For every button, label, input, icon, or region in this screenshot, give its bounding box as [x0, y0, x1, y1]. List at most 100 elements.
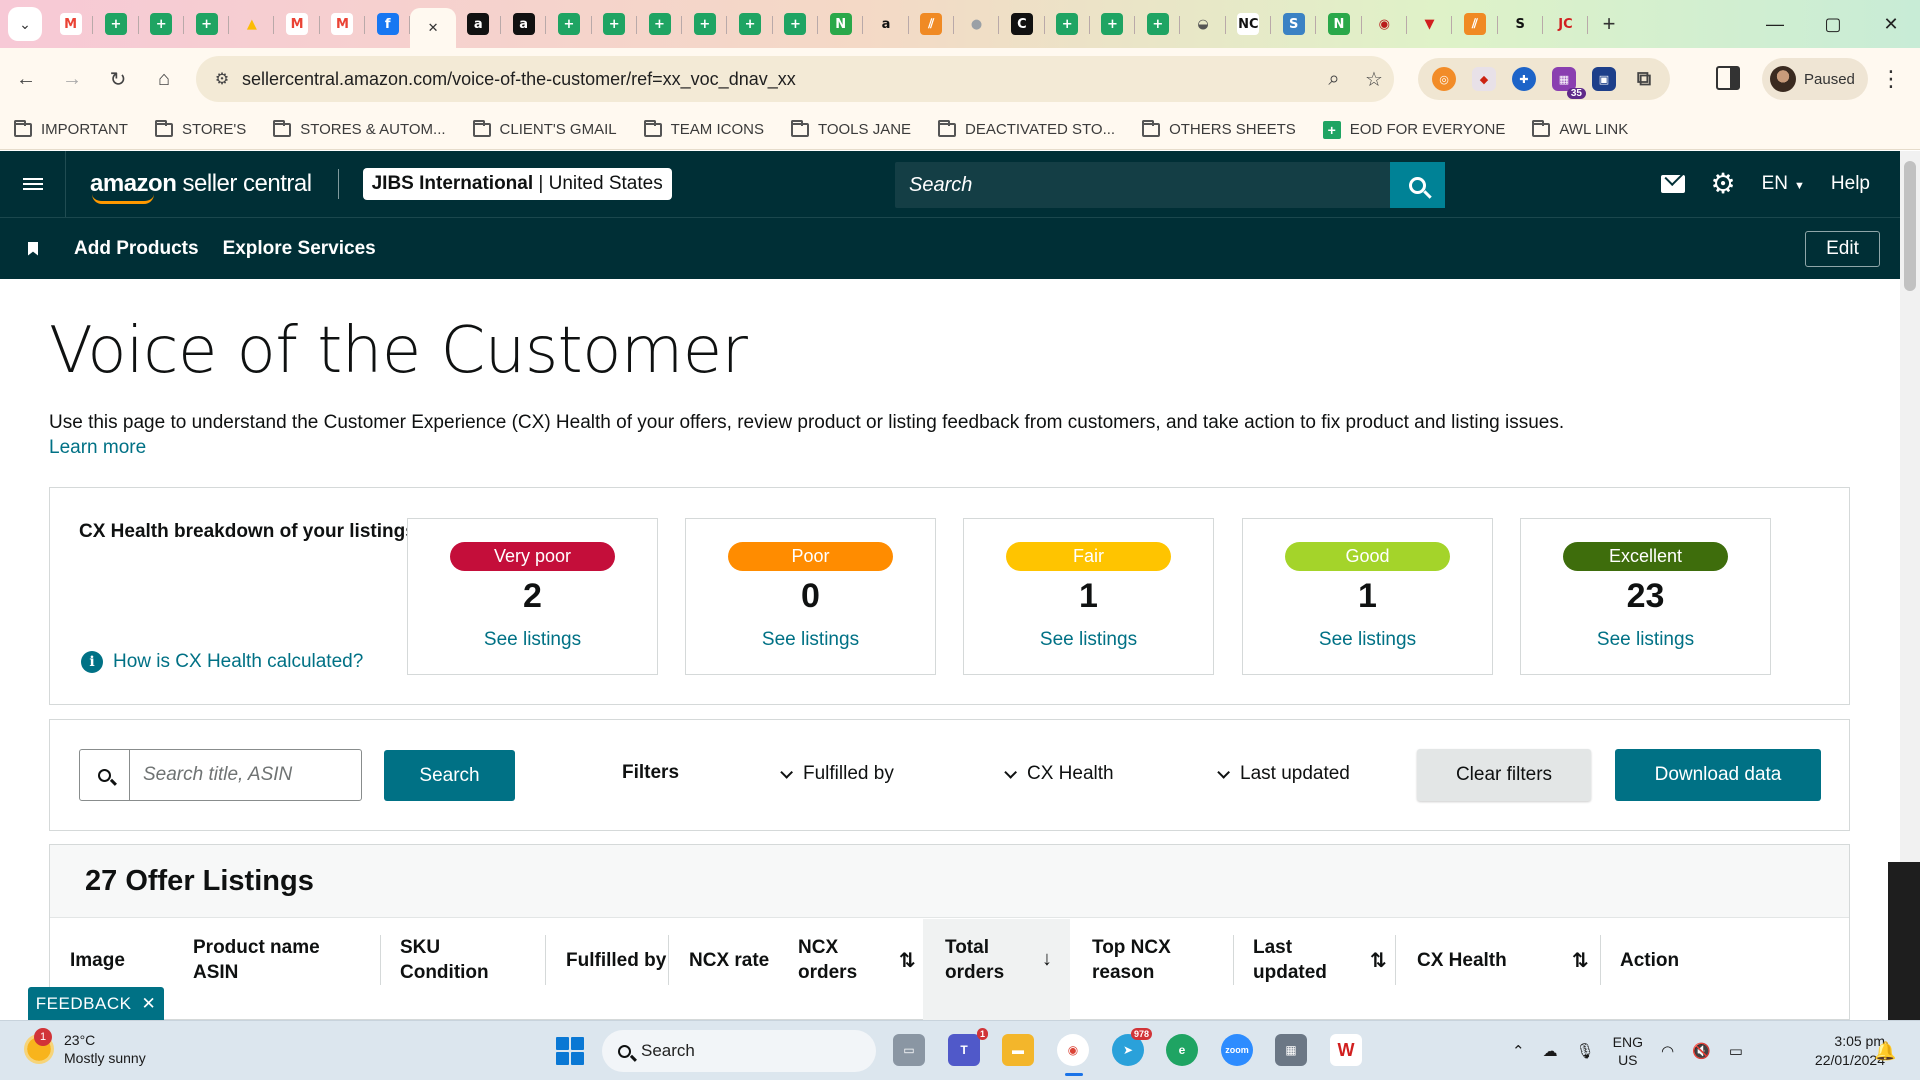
nav-add-products[interactable]: Add Products — [74, 238, 199, 260]
microphone-icon[interactable]: 🎙 — [1576, 1042, 1595, 1060]
extension-grid-icon[interactable]: ▣ — [1592, 67, 1616, 91]
feedback-button[interactable]: FEEDBACK ✕ — [28, 987, 164, 1020]
extension-orange-icon[interactable]: ◎ — [1432, 67, 1456, 91]
amazon-seller-central-logo[interactable]: amazon seller central — [90, 170, 312, 204]
browser-tab[interactable]: ▲ — [229, 0, 275, 48]
see-listings-link[interactable]: See listings — [1243, 629, 1492, 651]
column-header[interactable]: CX Health — [1417, 948, 1507, 973]
battery-icon[interactable]: ▭ — [1729, 1042, 1743, 1060]
telegram-icon[interactable]: ➤ 978 — [1112, 1028, 1152, 1066]
help-link[interactable]: Help — [1831, 173, 1870, 195]
cloud-icon[interactable]: ☁ — [1543, 1042, 1558, 1060]
url-text[interactable]: sellercentral.amazon.com/voice-of-the-cu… — [242, 69, 1314, 90]
nav-explore-services[interactable]: Explore Services — [223, 238, 376, 260]
sort-descending-icon[interactable]: ↓ — [1042, 948, 1052, 971]
bookmark-item[interactable]: STORES & AUTOM... — [273, 119, 446, 138]
download-data-button[interactable]: Download data — [1615, 749, 1821, 801]
zoom-icon[interactable]: ⌕ — [1314, 68, 1354, 91]
side-dark-tab[interactable] — [1888, 862, 1920, 1020]
gear-icon[interactable]: ⚙ — [1711, 170, 1736, 198]
minimize-button[interactable]: — — [1746, 0, 1804, 48]
browser-tab[interactable]: a — [863, 0, 909, 48]
see-listings-link[interactable]: See listings — [686, 629, 935, 651]
bookmark-item[interactable]: DEACTIVATED STO... — [938, 119, 1115, 138]
bookmark-icon[interactable] — [0, 241, 66, 256]
header-search-button[interactable] — [1390, 162, 1445, 208]
browser-tab[interactable]: S — [1271, 0, 1317, 48]
browser-tab[interactable]: + — [546, 0, 592, 48]
language-selector[interactable]: EN ▼ — [1762, 173, 1805, 195]
browser-tab[interactable]: + — [592, 0, 637, 48]
browser-tab[interactable]: ✕ — [410, 8, 456, 48]
column-header[interactable]: NCX orders — [798, 935, 857, 985]
sort-icon[interactable]: ⇅ — [1370, 948, 1387, 973]
sort-icon[interactable]: ⇅ — [1572, 948, 1589, 973]
browser-tab[interactable]: + — [773, 0, 819, 48]
learn-more-link[interactable]: Learn more — [49, 437, 146, 459]
address-bar[interactable]: ⚙ sellercentral.amazon.com/voice-of-the-… — [196, 56, 1394, 102]
listing-search-field[interactable]: Search title, ASIN — [79, 749, 362, 801]
file-explorer-icon[interactable]: ▬ — [1002, 1034, 1034, 1066]
bookmark-item[interactable]: CLIENT'S GMAIL — [472, 119, 617, 138]
hamburger-menu-icon[interactable] — [0, 151, 66, 217]
browser-tab[interactable]: ▼ — [1407, 0, 1453, 48]
scrollbar-thumb[interactable] — [1904, 161, 1916, 291]
cx-health-dropdown[interactable]: CX Health — [1004, 763, 1114, 785]
wps-office-icon[interactable]: W — [1330, 1034, 1362, 1066]
browser-tab[interactable]: N — [818, 0, 864, 48]
bookmark-item[interactable]: OTHERS SHEETS — [1142, 119, 1296, 138]
chevron-up-icon[interactable]: ⌃ — [1512, 1042, 1525, 1060]
bookmark-item[interactable]: TOOLS JANE — [790, 119, 911, 138]
browser-tab[interactable]: ⫽ — [1452, 0, 1498, 48]
bookmark-item[interactable]: + EOD FOR EVERYONE — [1322, 120, 1505, 139]
sort-icon[interactable]: ⇅ — [899, 948, 916, 973]
browser-tab[interactable]: JC — [1543, 0, 1589, 48]
taskbar-search[interactable]: Search — [602, 1030, 876, 1072]
clear-filters-button[interactable]: Clear filters — [1417, 749, 1591, 801]
browser-tab[interactable]: M — [48, 0, 94, 48]
column-header[interactable]: Product name ASIN — [193, 935, 320, 985]
browser-tab[interactable]: + — [93, 0, 139, 48]
column-header[interactable]: NCX rate — [689, 948, 769, 973]
puzzle-icon[interactable]: ⧉ — [1632, 67, 1656, 91]
browser-tab[interactable]: + — [1045, 0, 1090, 48]
column-header[interactable]: Last updated — [1253, 935, 1327, 985]
new-tab-button[interactable]: + — [1592, 7, 1626, 41]
column-header[interactable]: Fulfilled by — [566, 948, 666, 973]
fulfilled-by-dropdown[interactable]: Fulfilled by — [780, 763, 894, 785]
windows-start-icon[interactable] — [556, 1037, 584, 1065]
bookmark-item[interactable]: AWL LINK — [1532, 119, 1628, 138]
edge-icon[interactable]: e — [1166, 1034, 1198, 1066]
zoom-icon[interactable]: zoom — [1221, 1034, 1253, 1066]
speaker-muted-icon[interactable]: 🔇 — [1692, 1042, 1711, 1060]
browser-tab[interactable]: C — [999, 0, 1045, 48]
browser-tab[interactable]: a — [456, 0, 501, 48]
language-indicator[interactable]: ENG US — [1613, 1033, 1643, 1069]
see-listings-link[interactable]: See listings — [1521, 629, 1770, 651]
see-listings-link[interactable]: See listings — [964, 629, 1213, 651]
browser-tab[interactable]: + — [637, 0, 683, 48]
bookmark-item[interactable]: TEAM ICONS — [643, 119, 764, 138]
browser-tab[interactable]: + — [1135, 0, 1181, 48]
close-icon[interactable]: ✕ — [141, 994, 156, 1014]
teams-icon[interactable]: T1 — [948, 1028, 988, 1066]
edit-nav-button[interactable]: Edit — [1805, 231, 1880, 267]
column-header[interactable]: Top NCX reason — [1092, 935, 1171, 985]
wifi-icon[interactable]: ◠ — [1661, 1042, 1674, 1060]
extension-blue-icon[interactable]: ✚ — [1512, 67, 1536, 91]
column-header[interactable]: Image — [70, 948, 125, 973]
calculator-icon[interactable]: ▦ — [1275, 1034, 1307, 1066]
close-window-button[interactable]: ✕ — [1862, 0, 1920, 48]
see-listings-link[interactable]: See listings — [408, 629, 657, 651]
cx-health-help-link[interactable]: i How is CX Health calculated? — [81, 651, 363, 673]
bookmark-item[interactable]: STORE'S — [154, 119, 246, 138]
listing-search-button[interactable]: Search — [384, 750, 515, 801]
browser-tab[interactable]: S — [1498, 0, 1543, 48]
browser-tab[interactable]: M — [274, 0, 320, 48]
mail-icon[interactable] — [1660, 175, 1685, 193]
browser-tab[interactable]: a — [501, 0, 547, 48]
maximize-button[interactable]: ▢ — [1804, 0, 1862, 48]
clock[interactable]: 3:05 pm 22/01/2024 — [1785, 1032, 1885, 1070]
task-view-icon[interactable]: ▭ — [893, 1034, 925, 1066]
browser-tab[interactable]: + — [184, 0, 230, 48]
